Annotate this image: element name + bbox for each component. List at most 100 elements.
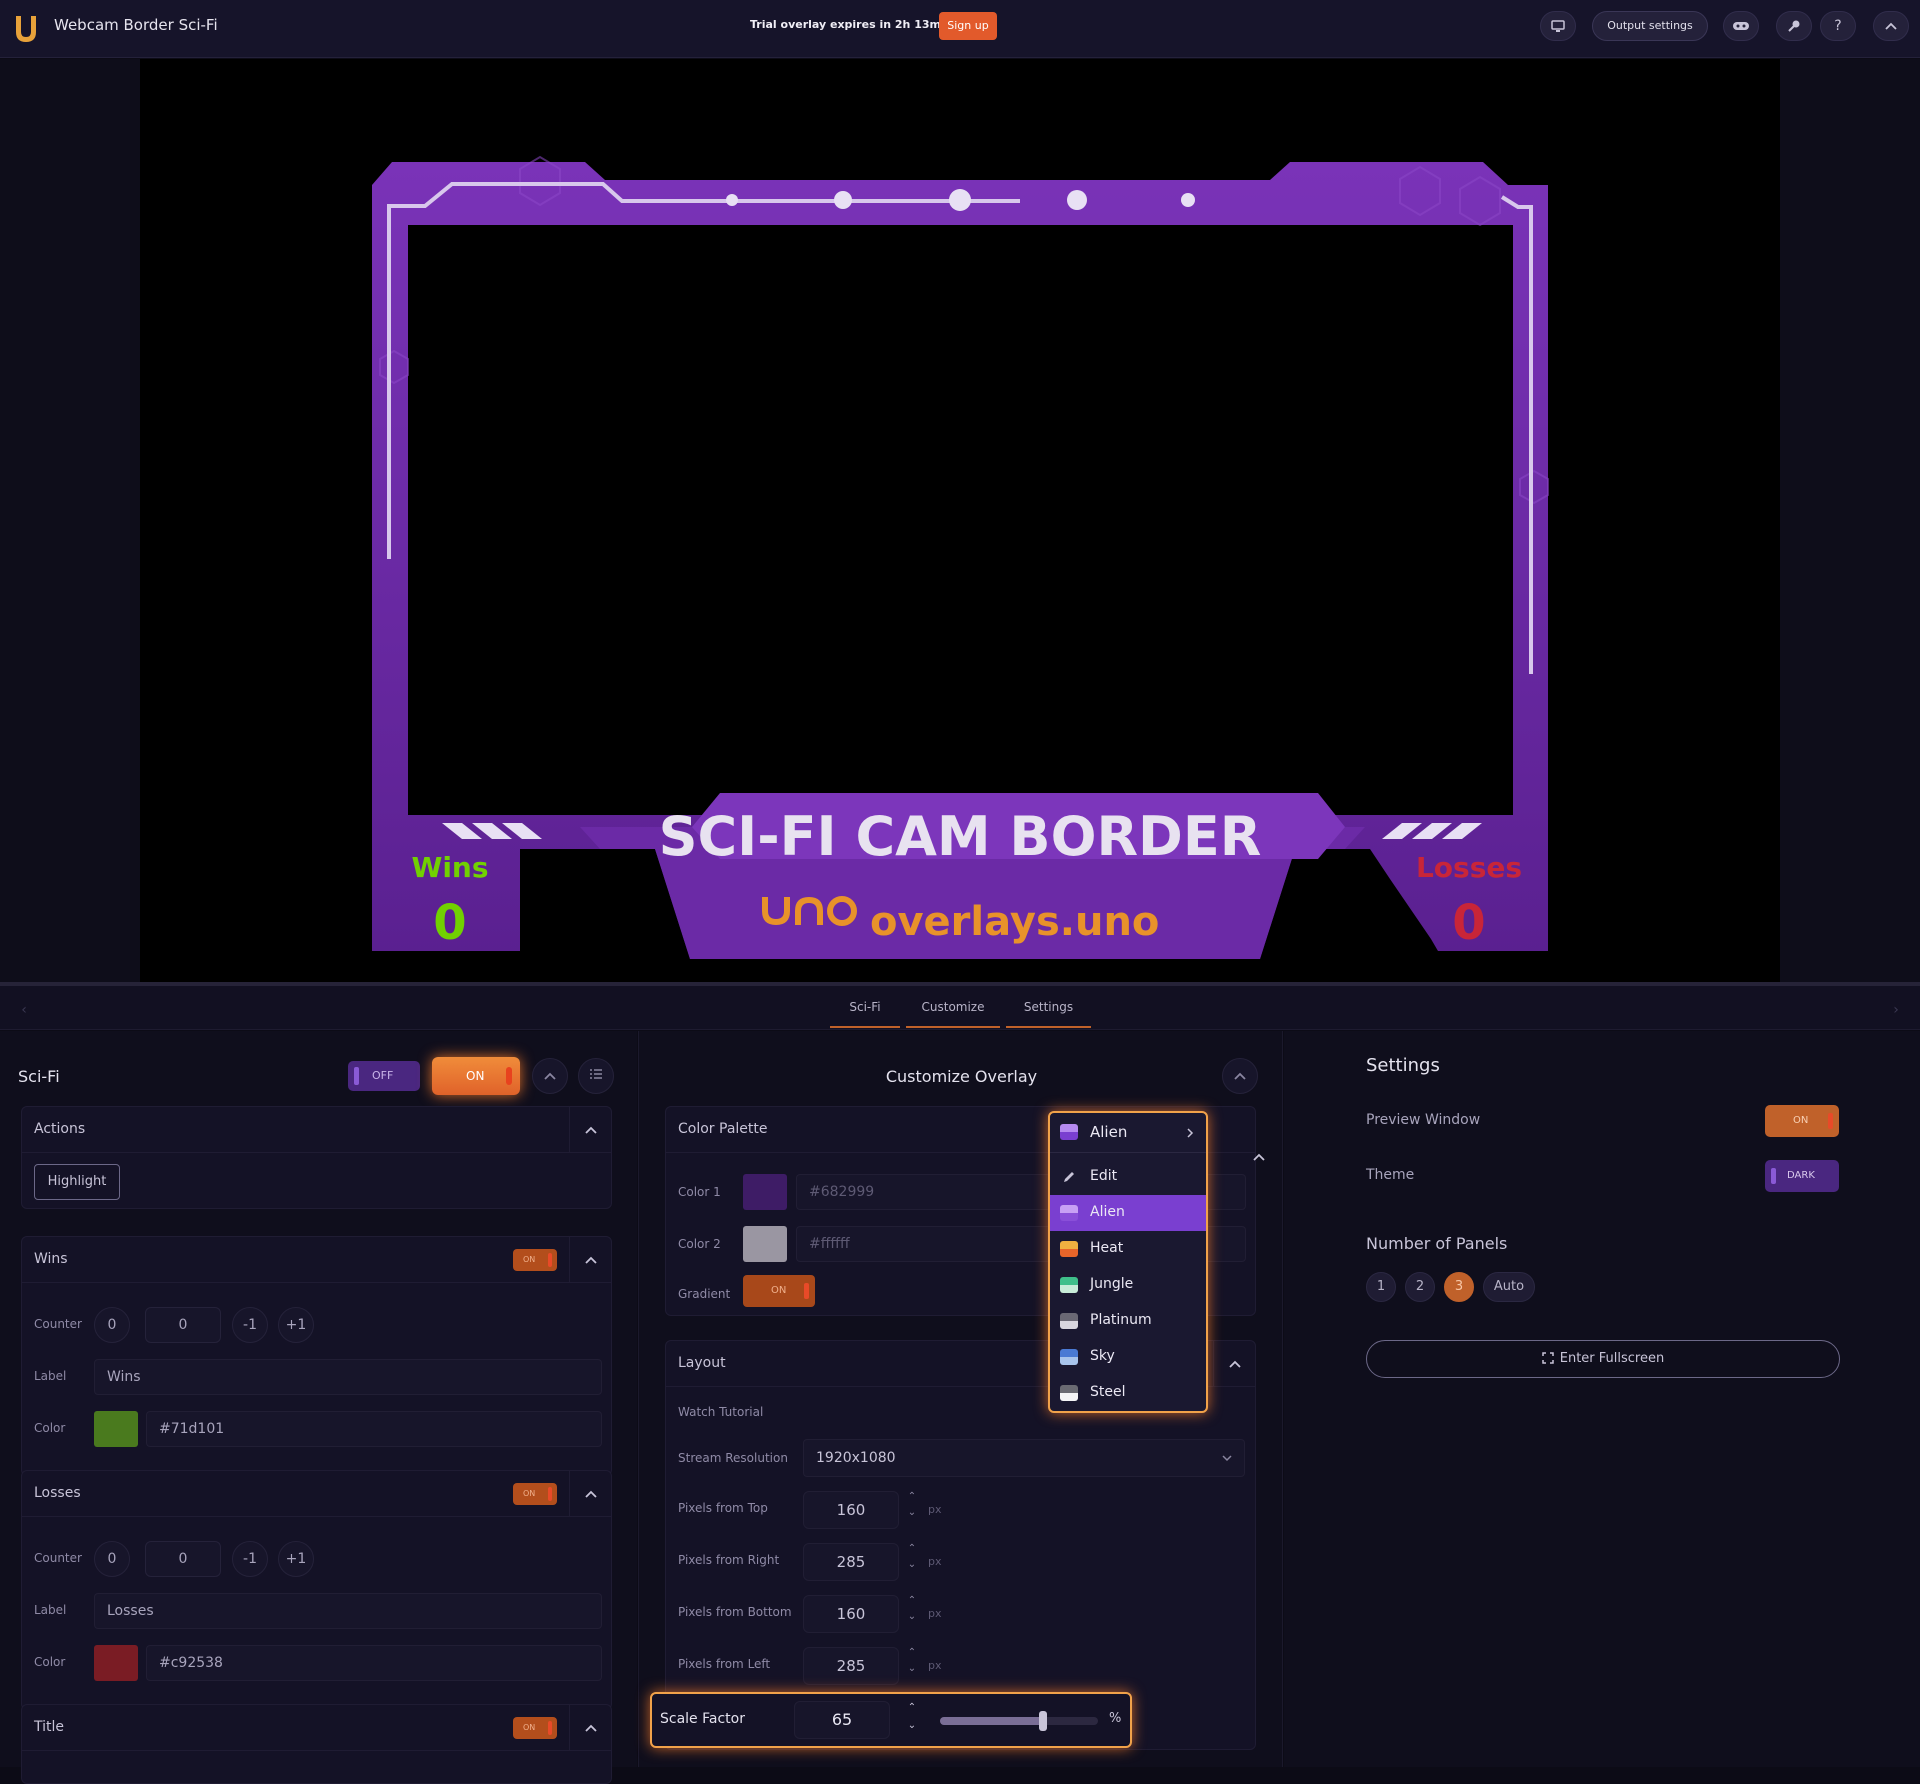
losses-header[interactable]: Losses ON xyxy=(22,1471,611,1517)
customize-panel: Customize Overlay Color Palette Color 1 … xyxy=(638,1031,1283,1767)
tab-customize[interactable]: Customize xyxy=(906,1000,1000,1014)
list-button[interactable] xyxy=(578,1058,614,1094)
help-button[interactable]: ? xyxy=(1820,11,1856,41)
palette-dropdown-trigger[interactable]: Alien xyxy=(1050,1113,1206,1153)
scale-decrement[interactable]: ⌄ xyxy=(906,1720,918,1732)
tab-sci-fi[interactable]: Sci-Fi xyxy=(830,1000,900,1014)
next-arrow-icon[interactable]: › xyxy=(1884,998,1908,1022)
title-toggle[interactable]: ON xyxy=(513,1717,557,1739)
gamepad-button[interactable] xyxy=(1723,11,1759,41)
preview-gutter-left xyxy=(0,59,140,982)
top-increment[interactable]: ⌃ xyxy=(906,1491,918,1503)
actions-header[interactable]: Actions xyxy=(22,1107,611,1153)
palette-option-sky[interactable]: Sky xyxy=(1050,1339,1206,1375)
collapse-layer-button[interactable] xyxy=(532,1058,568,1094)
right-label: Pixels from Right xyxy=(678,1553,780,1567)
heat-swatch xyxy=(1060,1241,1078,1257)
resolution-select[interactable]: 1920x1080 xyxy=(803,1439,1245,1477)
bottom-increment[interactable]: ⌃ xyxy=(906,1595,918,1607)
monitor-button[interactable] xyxy=(1540,11,1576,41)
losses-counter-input[interactable]: 0 xyxy=(145,1541,221,1577)
palette-selected: Alien xyxy=(1090,1123,1128,1141)
palette-option-jungle[interactable]: Jungle xyxy=(1050,1267,1206,1303)
losses-increment-button[interactable]: +1 xyxy=(278,1541,314,1577)
help-icon: ? xyxy=(1834,18,1842,34)
right-increment[interactable]: ⌃ xyxy=(906,1543,918,1555)
wins-toggle[interactable]: ON xyxy=(513,1249,557,1271)
off-toggle[interactable]: OFF xyxy=(348,1061,420,1091)
color1-swatch[interactable] xyxy=(743,1174,787,1210)
palette-option-heat[interactable]: Heat xyxy=(1050,1231,1206,1267)
title-header[interactable]: Title ON xyxy=(22,1705,611,1751)
monitor-icon xyxy=(1551,19,1565,32)
left-input[interactable]: 285 xyxy=(803,1647,899,1685)
off-label: OFF xyxy=(372,1069,394,1082)
prev-arrow-icon[interactable]: ‹ xyxy=(12,998,36,1022)
losses-color-swatch[interactable] xyxy=(94,1645,138,1681)
losses-collapse[interactable] xyxy=(569,1471,611,1517)
palette-option-edit[interactable]: Edit xyxy=(1050,1159,1206,1195)
panels-option-auto[interactable]: Auto xyxy=(1483,1272,1535,1302)
palette-option-steel[interactable]: Steel xyxy=(1050,1375,1206,1411)
tab-underline xyxy=(906,1026,1000,1028)
on-toggle[interactable]: ON xyxy=(432,1057,520,1095)
losses-toggle[interactable]: ON xyxy=(513,1483,557,1505)
top-decrement[interactable]: ⌄ xyxy=(906,1507,918,1519)
gradient-toggle[interactable]: ON xyxy=(743,1275,815,1307)
actions-collapse[interactable] xyxy=(569,1107,611,1153)
bottom-input[interactable]: 160 xyxy=(803,1595,899,1633)
preview-window-toggle[interactable]: ON xyxy=(1765,1105,1839,1137)
preview-gutter-right xyxy=(1780,59,1920,982)
title-collapse[interactable] xyxy=(569,1705,611,1751)
wins-decrement-button[interactable]: -1 xyxy=(232,1307,268,1343)
losses-color-input[interactable]: #c92538 xyxy=(146,1645,602,1681)
wins-color-input[interactable]: #71d101 xyxy=(146,1411,602,1447)
tab-settings[interactable]: Settings xyxy=(1006,1000,1091,1014)
bottom-decrement[interactable]: ⌄ xyxy=(906,1611,918,1623)
losses-value: 0 xyxy=(1452,895,1485,951)
wins-header[interactable]: Wins ON xyxy=(22,1237,611,1283)
app-logo-icon[interactable] xyxy=(12,10,40,46)
palette-option-alien[interactable]: Alien xyxy=(1050,1195,1206,1231)
wins-collapse[interactable] xyxy=(569,1237,611,1283)
scale-increment[interactable]: ⌃ xyxy=(906,1702,918,1714)
losses-label-input[interactable]: Losses xyxy=(94,1593,602,1629)
top-input[interactable]: 160 xyxy=(803,1491,899,1529)
color2-swatch[interactable] xyxy=(743,1226,787,1262)
watch-tutorial-link[interactable]: Watch Tutorial xyxy=(678,1405,763,1419)
highlight-button[interactable]: Highlight xyxy=(34,1164,120,1200)
resolution-value: 1920x1080 xyxy=(816,1450,896,1466)
wins-counter-input[interactable]: 0 xyxy=(145,1307,221,1343)
right-decrement[interactable]: ⌄ xyxy=(906,1559,918,1571)
left-increment[interactable]: ⌃ xyxy=(906,1647,918,1659)
list-icon xyxy=(590,1069,602,1079)
palette-collapse[interactable] xyxy=(1238,1137,1280,1177)
panels-option-3[interactable]: 3 xyxy=(1444,1272,1474,1302)
right-input[interactable]: 285 xyxy=(803,1543,899,1581)
signup-button[interactable]: Sign up xyxy=(939,12,997,40)
layout-collapse[interactable] xyxy=(1213,1341,1255,1387)
palette-option-platinum[interactable]: Platinum xyxy=(1050,1303,1206,1339)
collapse-customize-button[interactable] xyxy=(1222,1058,1258,1094)
panels-option-2[interactable]: 2 xyxy=(1405,1272,1435,1302)
scale-input[interactable]: 65 xyxy=(794,1701,890,1739)
output-settings-button[interactable]: Output settings xyxy=(1592,11,1708,41)
collapse-top-button[interactable] xyxy=(1873,11,1909,41)
tab-underline xyxy=(1006,1026,1091,1028)
fullscreen-button[interactable]: Enter Fullscreen xyxy=(1366,1340,1840,1378)
scale-slider-thumb[interactable] xyxy=(1038,1711,1047,1731)
scale-slider[interactable] xyxy=(940,1711,1098,1731)
left-decrement[interactable]: ⌄ xyxy=(906,1663,918,1675)
left-unit: px xyxy=(928,1659,942,1672)
theme-toggle[interactable]: DARK xyxy=(1765,1160,1839,1192)
key-button[interactable] xyxy=(1776,11,1812,41)
left-label: Pixels from Left xyxy=(678,1657,771,1671)
wins-color-swatch[interactable] xyxy=(94,1411,138,1447)
wins-increment-button[interactable]: +1 xyxy=(278,1307,314,1343)
right-unit: px xyxy=(928,1555,942,1568)
wins-label-input[interactable]: Wins xyxy=(94,1359,602,1395)
scale-factor-row: Scale Factor 65 ⌃ ⌄ % xyxy=(650,1692,1132,1748)
losses-decrement-button[interactable]: -1 xyxy=(232,1541,268,1577)
panels-option-1[interactable]: 1 xyxy=(1366,1272,1396,1302)
scale-unit: % xyxy=(1109,1711,1122,1726)
